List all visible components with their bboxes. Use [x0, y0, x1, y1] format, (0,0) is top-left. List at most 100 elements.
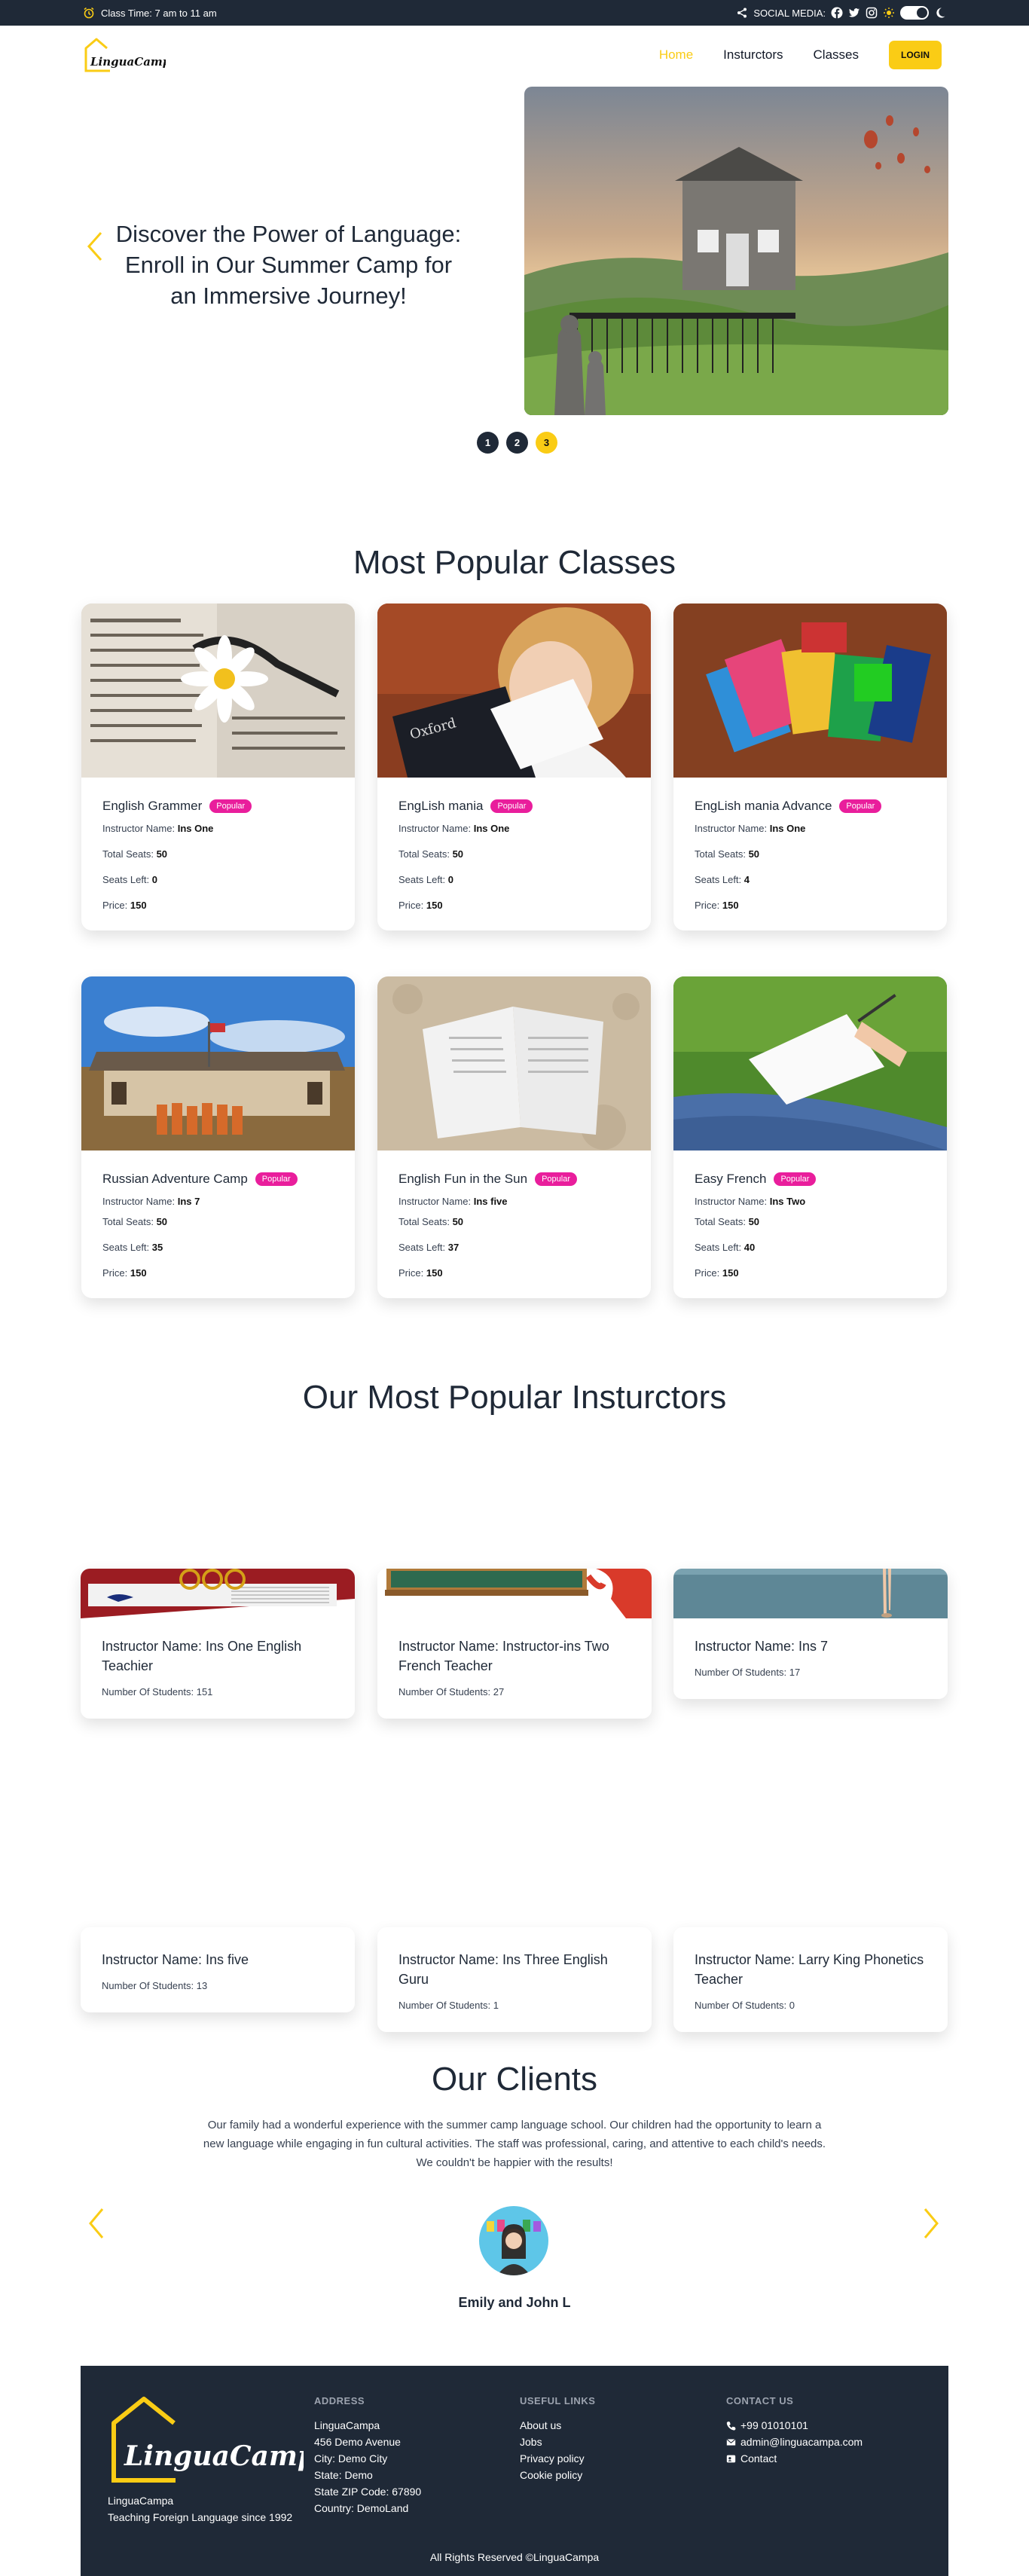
svg-text:LinguaCampa: LinguaCampa	[90, 55, 166, 69]
class-seats-left: Seats Left: 4	[695, 874, 750, 885]
class-name: EngLish mania	[398, 799, 484, 813]
class-seats-left: Seats Left: 35	[102, 1242, 163, 1253]
popular-badge: Popular	[209, 799, 252, 813]
nav-link-instructors[interactable]: Insturctors	[723, 47, 783, 63]
address-line: State: Demo	[314, 2469, 373, 2481]
instructor-name: Instructor Name: Larry King Phonetics Te…	[695, 1952, 924, 1987]
useful-links-heading: USEFUL LINKS	[520, 2395, 596, 2406]
class-total-seats: Total Seats: 50	[102, 1216, 168, 1227]
instructor-students: Number Of Students: 1	[398, 2000, 499, 2011]
instructor-image	[377, 1927, 652, 1932]
class-total-seats: Total Seats: 50	[398, 1216, 464, 1227]
instructor-card[interactable]: Instructor Name: Ins One English Teachie…	[81, 1569, 355, 1719]
moon-icon	[936, 8, 945, 18]
popular-badge: Popular	[255, 1172, 298, 1186]
footer-link-jobs[interactable]: Jobs	[520, 2434, 595, 2450]
class-instructor: Instructor Name: Ins five	[398, 1196, 508, 1207]
footer-link-about[interactable]: About us	[520, 2417, 595, 2434]
instructor-image	[81, 1927, 355, 1932]
chevron-left-icon[interactable]	[86, 2206, 107, 2241]
slider-dot-3[interactable]: 3	[536, 432, 557, 454]
hero-image	[524, 87, 948, 415]
class-name: English Grammer	[102, 799, 203, 813]
footer-useful-links: USEFUL LINKS About us Jobs Privacy polic…	[520, 2393, 595, 2483]
class-card[interactable]: Russian Adventure Camp Popular Instructor…	[81, 976, 355, 1298]
class-name: EngLish mania Advance	[695, 799, 832, 813]
class-card[interactable]: English Grammer Popular Instructor Name: …	[81, 604, 355, 930]
contact-email[interactable]: admin@linguacampa.com	[726, 2434, 863, 2450]
envelope-icon	[726, 2438, 736, 2446]
instructor-students: Number Of Students: 13	[102, 1980, 208, 1991]
instagram-icon[interactable]	[866, 7, 878, 19]
alarm-clock-icon	[84, 7, 94, 19]
theme-toggle[interactable]	[900, 6, 929, 20]
class-price: Price: 150	[102, 900, 147, 911]
twitter-icon[interactable]	[848, 7, 860, 19]
footer-address: ADDRESS LinguaCampa 456 Demo Avenue City…	[314, 2393, 421, 2516]
popular-badge: Popular	[535, 1172, 577, 1186]
class-card[interactable]: English Fun in the Sun Popular Instructor…	[377, 976, 651, 1298]
class-name: Russian Adventure Camp	[102, 1172, 248, 1186]
address-line: 456 Demo Avenue	[314, 2436, 401, 2448]
hero-slider: Discover the Power of Language: Enroll i…	[81, 87, 949, 417]
sun-icon	[884, 8, 894, 18]
class-instructor: Instructor Name: Ins One	[102, 823, 214, 834]
class-image	[673, 604, 947, 778]
slider-dot-2[interactable]: 2	[506, 432, 528, 454]
linguacampa-logo-large[interactable]: LinguaCampa	[108, 2393, 304, 2489]
class-card[interactable]: EngLish mania Advance Popular Instructor …	[673, 604, 947, 930]
contact-heading: CONTACT US	[726, 2395, 794, 2406]
class-instructor: Instructor Name: Ins 7	[102, 1196, 200, 1207]
nav-link-home[interactable]: Home	[659, 47, 693, 63]
contact-icon	[726, 2455, 736, 2462]
chevron-left-icon[interactable]	[84, 230, 107, 263]
instructor-card[interactable]: Instructor Name: Ins five Number Of Stud…	[81, 1927, 355, 2012]
address-line: City: Demo City	[314, 2452, 388, 2464]
instructor-students: Number Of Students: 0	[695, 2000, 795, 2011]
class-total-seats: Total Seats: 50	[398, 848, 464, 860]
footer-link-privacy[interactable]: Privacy policy	[520, 2450, 595, 2467]
login-button[interactable]: LOGIN	[889, 41, 942, 69]
instructor-image	[673, 1569, 948, 1618]
instructor-image	[377, 1569, 652, 1618]
instructor-students: Number Of Students: 17	[695, 1667, 801, 1678]
nav-link-classes[interactable]: Classes	[814, 47, 859, 63]
class-price: Price: 150	[102, 1267, 147, 1279]
class-image	[81, 976, 355, 1150]
main-nav: LinguaCampa Home Insturctors Classes LOG…	[0, 26, 1029, 86]
instructor-card[interactable]: Instructor Name: Ins 7 Number Of Student…	[673, 1569, 948, 1699]
slider-dot-1[interactable]: 1	[477, 432, 499, 454]
class-instructor: Instructor Name: Ins One	[398, 823, 510, 834]
contact-link[interactable]: Contact	[726, 2450, 863, 2467]
instructor-card[interactable]: Instructor Name: Instructor-ins Two Fren…	[377, 1569, 652, 1719]
class-seats-left: Seats Left: 0	[398, 874, 454, 885]
address-line: State ZIP Code: 67890	[314, 2486, 422, 2498]
social-media-label: SOCIAL MEDIA:	[753, 7, 826, 19]
linguacampa-logo[interactable]: LinguaCampa	[83, 33, 166, 75]
client-name: Emily and John L	[458, 2295, 571, 2310]
class-card[interactable]: Oxford EngLish mania Popular Instructor N…	[377, 604, 651, 930]
popular-badge: Popular	[839, 799, 882, 813]
testimonial-text: Our family had a wonderful experience wi…	[203, 2119, 826, 2169]
address-heading: ADDRESS	[314, 2395, 365, 2406]
class-seats-left: Seats Left: 0	[102, 874, 158, 885]
facebook-icon[interactable]	[831, 7, 843, 19]
svg-text:LinguaCampa: LinguaCampa	[124, 2440, 304, 2472]
hero-headline: Discover the Power of Language: Enroll i…	[115, 221, 462, 309]
footer-contact: CONTACT US +99 01010101 admin@linguacamp…	[726, 2393, 863, 2467]
chevron-right-icon[interactable]	[921, 2206, 942, 2241]
class-total-seats: Total Seats: 50	[102, 848, 168, 860]
top-bar: Class Time: 7 am to 11 am SOCIAL MEDIA:	[0, 0, 1029, 26]
contact-phone[interactable]: +99 01010101	[726, 2417, 863, 2434]
instructor-name: Instructor Name: Ins One English Teachie…	[102, 1639, 302, 1673]
class-price: Price: 150	[695, 900, 739, 911]
instructor-card[interactable]: Instructor Name: Larry King Phonetics Te…	[673, 1927, 948, 2032]
instructor-card[interactable]: Instructor Name: Ins Three English Guru …	[377, 1927, 652, 2032]
class-seats-left: Seats Left: 37	[398, 1242, 460, 1253]
class-image	[673, 976, 947, 1150]
class-time-text: Class Time: 7 am to 11 am	[101, 7, 217, 19]
class-image: Oxford	[377, 604, 651, 778]
popular-badge: Popular	[774, 1172, 817, 1186]
class-card[interactable]: Easy French Popular Instructor Name: Ins …	[673, 976, 947, 1298]
footer-link-cookie[interactable]: Cookie policy	[520, 2467, 595, 2483]
